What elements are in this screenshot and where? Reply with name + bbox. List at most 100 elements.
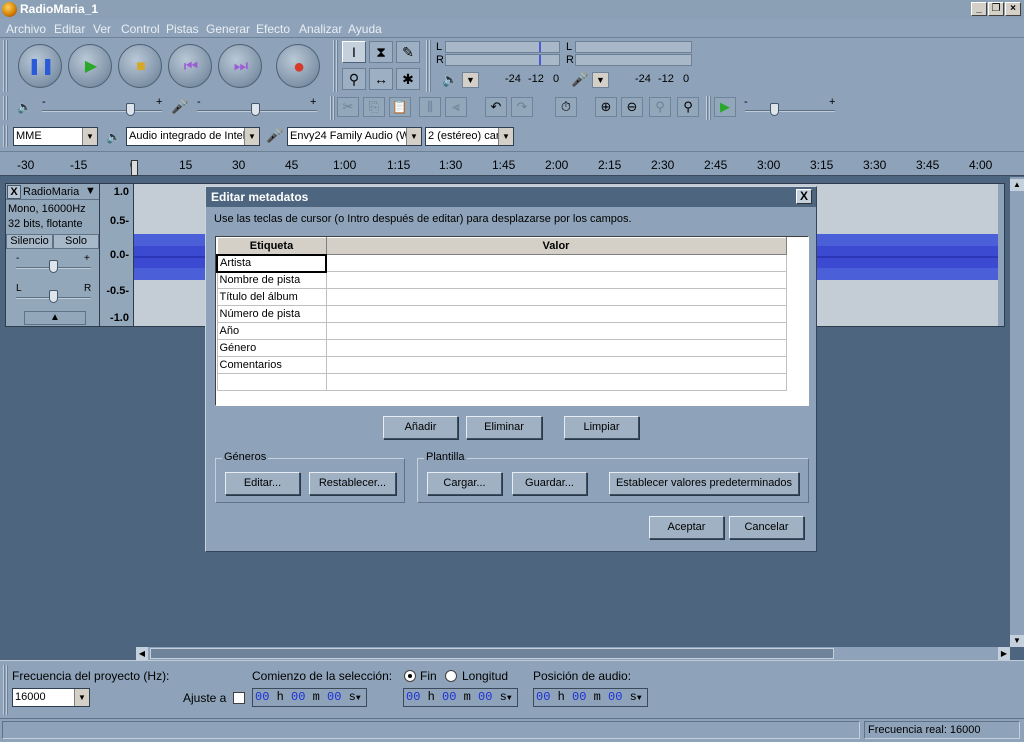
play-meter-right[interactable] (445, 54, 560, 66)
play-speed-slider[interactable] (745, 110, 835, 112)
menu-pistas[interactable]: Pistas (166, 22, 199, 36)
timeshift-tool[interactable]: ↔ (369, 68, 393, 90)
selection-tool[interactable]: I (342, 41, 366, 63)
host-select[interactable]: MME ▼ (13, 127, 98, 146)
track-name[interactable]: RadioMaria (23, 186, 79, 198)
close-window-button[interactable]: × (1005, 2, 1021, 16)
dialog-close-button[interactable]: X (796, 189, 812, 204)
envelope-tool[interactable]: ⧗ (369, 41, 393, 63)
copy-button[interactable]: ⎘ (363, 97, 385, 117)
value-cell[interactable] (325, 288, 787, 306)
play-button[interactable]: ▶ (68, 44, 112, 88)
load-template-button[interactable]: Cargar... (427, 472, 502, 495)
project-rate-select[interactable]: 16000 ▼ (12, 688, 90, 707)
skip-start-button[interactable]: ⏮ (168, 44, 212, 88)
metadata-grid[interactable]: Etiqueta Valor Artista Nombre de pista T… (215, 236, 809, 406)
audio-position-time[interactable]: 00 h 00 m 00 s▼ (533, 688, 648, 707)
rec-meter-menu[interactable]: ▼ (592, 72, 609, 88)
vertical-scrollbar[interactable]: ▲ ▼ (1010, 177, 1024, 647)
selection-end-time[interactable]: 00 h 00 m 00 s▼ (403, 688, 518, 707)
horizontal-scrollbar[interactable]: ◀ ▶ (136, 647, 1010, 660)
device-grip[interactable] (3, 125, 9, 147)
paste-button[interactable]: 📋 (389, 97, 411, 117)
menu-analizar[interactable]: Analizar (299, 22, 342, 36)
scroll-down-icon[interactable]: ▼ (1010, 635, 1024, 647)
length-radio[interactable] (445, 670, 457, 682)
output-volume-thumb[interactable] (126, 103, 135, 116)
play-at-speed-button[interactable]: ▶ (714, 97, 736, 117)
play-meter-menu[interactable]: ▼ (462, 72, 479, 88)
scroll-up-icon[interactable]: ▲ (1010, 179, 1024, 191)
input-volume-thumb[interactable] (251, 103, 260, 116)
redo-button[interactable]: ↷ (511, 97, 533, 117)
undo-button[interactable]: ↶ (485, 97, 507, 117)
menu-efecto[interactable]: Efecto (256, 22, 290, 36)
multi-tool[interactable]: ✱ (396, 68, 420, 90)
value-cell[interactable] (325, 271, 787, 289)
value-cell[interactable] (325, 356, 787, 374)
pause-button[interactable]: ❚❚ (18, 44, 62, 88)
tag-cell[interactable]: Comentarios (216, 356, 327, 374)
playhead-marker[interactable] (131, 160, 138, 176)
column-header-tag[interactable]: Etiqueta (216, 237, 327, 255)
horizontal-scroll-thumb[interactable] (150, 648, 834, 659)
tag-cell[interactable]: Nombre de pista (216, 271, 327, 289)
skip-end-button[interactable]: ⏭ (218, 44, 262, 88)
output-volume-slider[interactable] (42, 110, 162, 112)
delete-button[interactable]: Eliminar (466, 416, 542, 439)
column-header-value[interactable]: Valor (325, 237, 787, 255)
timeline-ruler[interactable]: -30 -15 0 15 30 45 1:00 1:15 1:30 1:45 2… (0, 151, 1024, 176)
input-device-select[interactable]: Envy24 Family Audio (WI ▼ (287, 127, 422, 146)
selection-start-time[interactable]: 00 h 00 m 00 s▼ (252, 688, 367, 707)
tag-cell[interactable]: Género (216, 339, 327, 357)
draw-tool[interactable]: ✎ (396, 41, 420, 63)
track-close-button[interactable]: X (7, 185, 21, 199)
sync-lock-button[interactable]: ⏱ (555, 97, 577, 117)
edit-genres-button[interactable]: Editar... (225, 472, 300, 495)
collapse-track-button[interactable]: ▲ (24, 311, 86, 325)
restore-button[interactable]: ❐ (988, 2, 1004, 16)
pan-thumb[interactable] (49, 290, 58, 303)
gain-thumb[interactable] (49, 260, 58, 273)
trim-button[interactable]: ⫼ (419, 97, 441, 117)
clear-button[interactable]: Limpiar (564, 416, 639, 439)
save-template-button[interactable]: Guardar... (512, 472, 587, 495)
mixer-grip[interactable] (3, 96, 9, 120)
zoom-out-button[interactable]: ⊖ (621, 97, 643, 117)
fit-project-button[interactable]: ⚲ (677, 97, 699, 117)
rec-meter-left[interactable] (575, 41, 692, 53)
stop-button[interactable]: ■ (118, 44, 162, 88)
value-cell[interactable] (325, 254, 787, 272)
minimize-button[interactable]: _ (971, 2, 987, 16)
set-defaults-button[interactable]: Establecer valores predeterminados (609, 472, 799, 495)
zoom-tool[interactable]: ⚲ (342, 68, 366, 90)
ok-button[interactable]: Aceptar (649, 516, 724, 539)
tag-cell[interactable]: Artista (216, 253, 327, 273)
tag-cell[interactable]: Número de pista (216, 305, 327, 323)
tag-cell[interactable]: Año (216, 322, 327, 340)
silence-button[interactable]: ⫷ (445, 97, 467, 117)
play-meter-left[interactable] (445, 41, 560, 53)
meter-grip[interactable] (426, 40, 432, 92)
rec-meter-right[interactable] (575, 54, 692, 66)
add-button[interactable]: Añadir (383, 416, 458, 439)
channels-select[interactable]: 2 (estéreo) car ▼ (425, 127, 514, 146)
toolbar-grip[interactable] (3, 40, 9, 92)
edit-grip[interactable] (330, 96, 336, 120)
reset-genres-button[interactable]: Restablecer... (309, 472, 396, 495)
menu-generar[interactable]: Generar (206, 22, 250, 36)
menu-editar[interactable]: Editar (54, 22, 85, 36)
cancel-button[interactable]: Cancelar (729, 516, 804, 539)
tag-cell[interactable]: Título del álbum (216, 288, 327, 306)
menu-ver[interactable]: Ver (93, 22, 111, 36)
value-cell[interactable] (325, 322, 787, 340)
menu-archivo[interactable]: Archivo (6, 22, 46, 36)
end-radio[interactable] (404, 670, 416, 682)
transcription-grip[interactable] (706, 96, 712, 120)
output-device-select[interactable]: Audio integrado de Intel ▼ (126, 127, 260, 146)
snap-checkbox[interactable] (233, 692, 245, 704)
selection-grip[interactable] (3, 665, 9, 715)
tag-cell[interactable] (216, 373, 327, 391)
menu-control[interactable]: Control (121, 22, 160, 36)
fit-selection-button[interactable]: ⚲ (649, 97, 671, 117)
